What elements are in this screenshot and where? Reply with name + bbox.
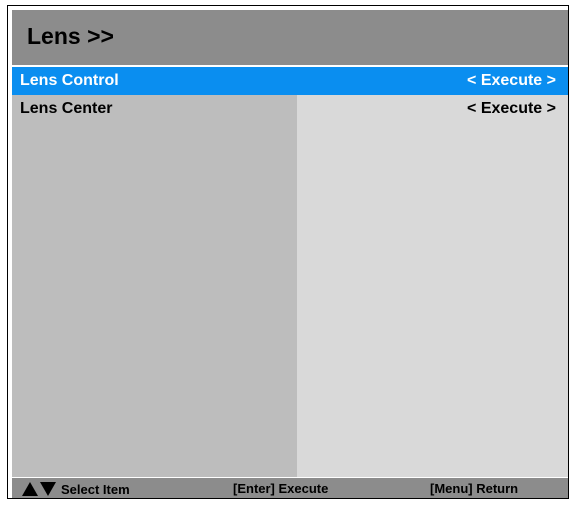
enter-execute-label: [Enter] Execute [233,481,329,496]
footer-help-bar: Select Item [Enter] Execute [Menu] Retur… [12,478,568,498]
select-item-label: Select Item [61,481,130,497]
menu-list: Lens Control < Execute > Lens Center < E… [12,67,568,477]
up-down-arrows-icon [22,481,56,497]
menu-item-label: Lens Control [20,72,119,89]
lens-menu-window: Lens >> Lens Control < Execute > Lens Ce… [7,5,569,499]
menu-return-hint: [Menu] Return [430,481,518,496]
title-bar: Lens >> [12,10,568,65]
enter-execute-hint: [Enter] Execute [233,481,328,496]
execute-value[interactable]: < Execute > [467,72,556,90]
select-item-hint: Select Item [22,481,130,497]
menu-item-label: Lens Center [20,100,113,117]
menu-item-lens-control[interactable]: Lens Control < Execute > [12,67,568,95]
menu-title: Lens >> [27,23,114,49]
menu-item-lens-center[interactable]: Lens Center < Execute > [12,95,568,123]
menu-return-label: [Menu] Return [430,481,519,496]
menu-label-column [12,67,297,477]
execute-value[interactable]: < Execute > [467,100,556,118]
